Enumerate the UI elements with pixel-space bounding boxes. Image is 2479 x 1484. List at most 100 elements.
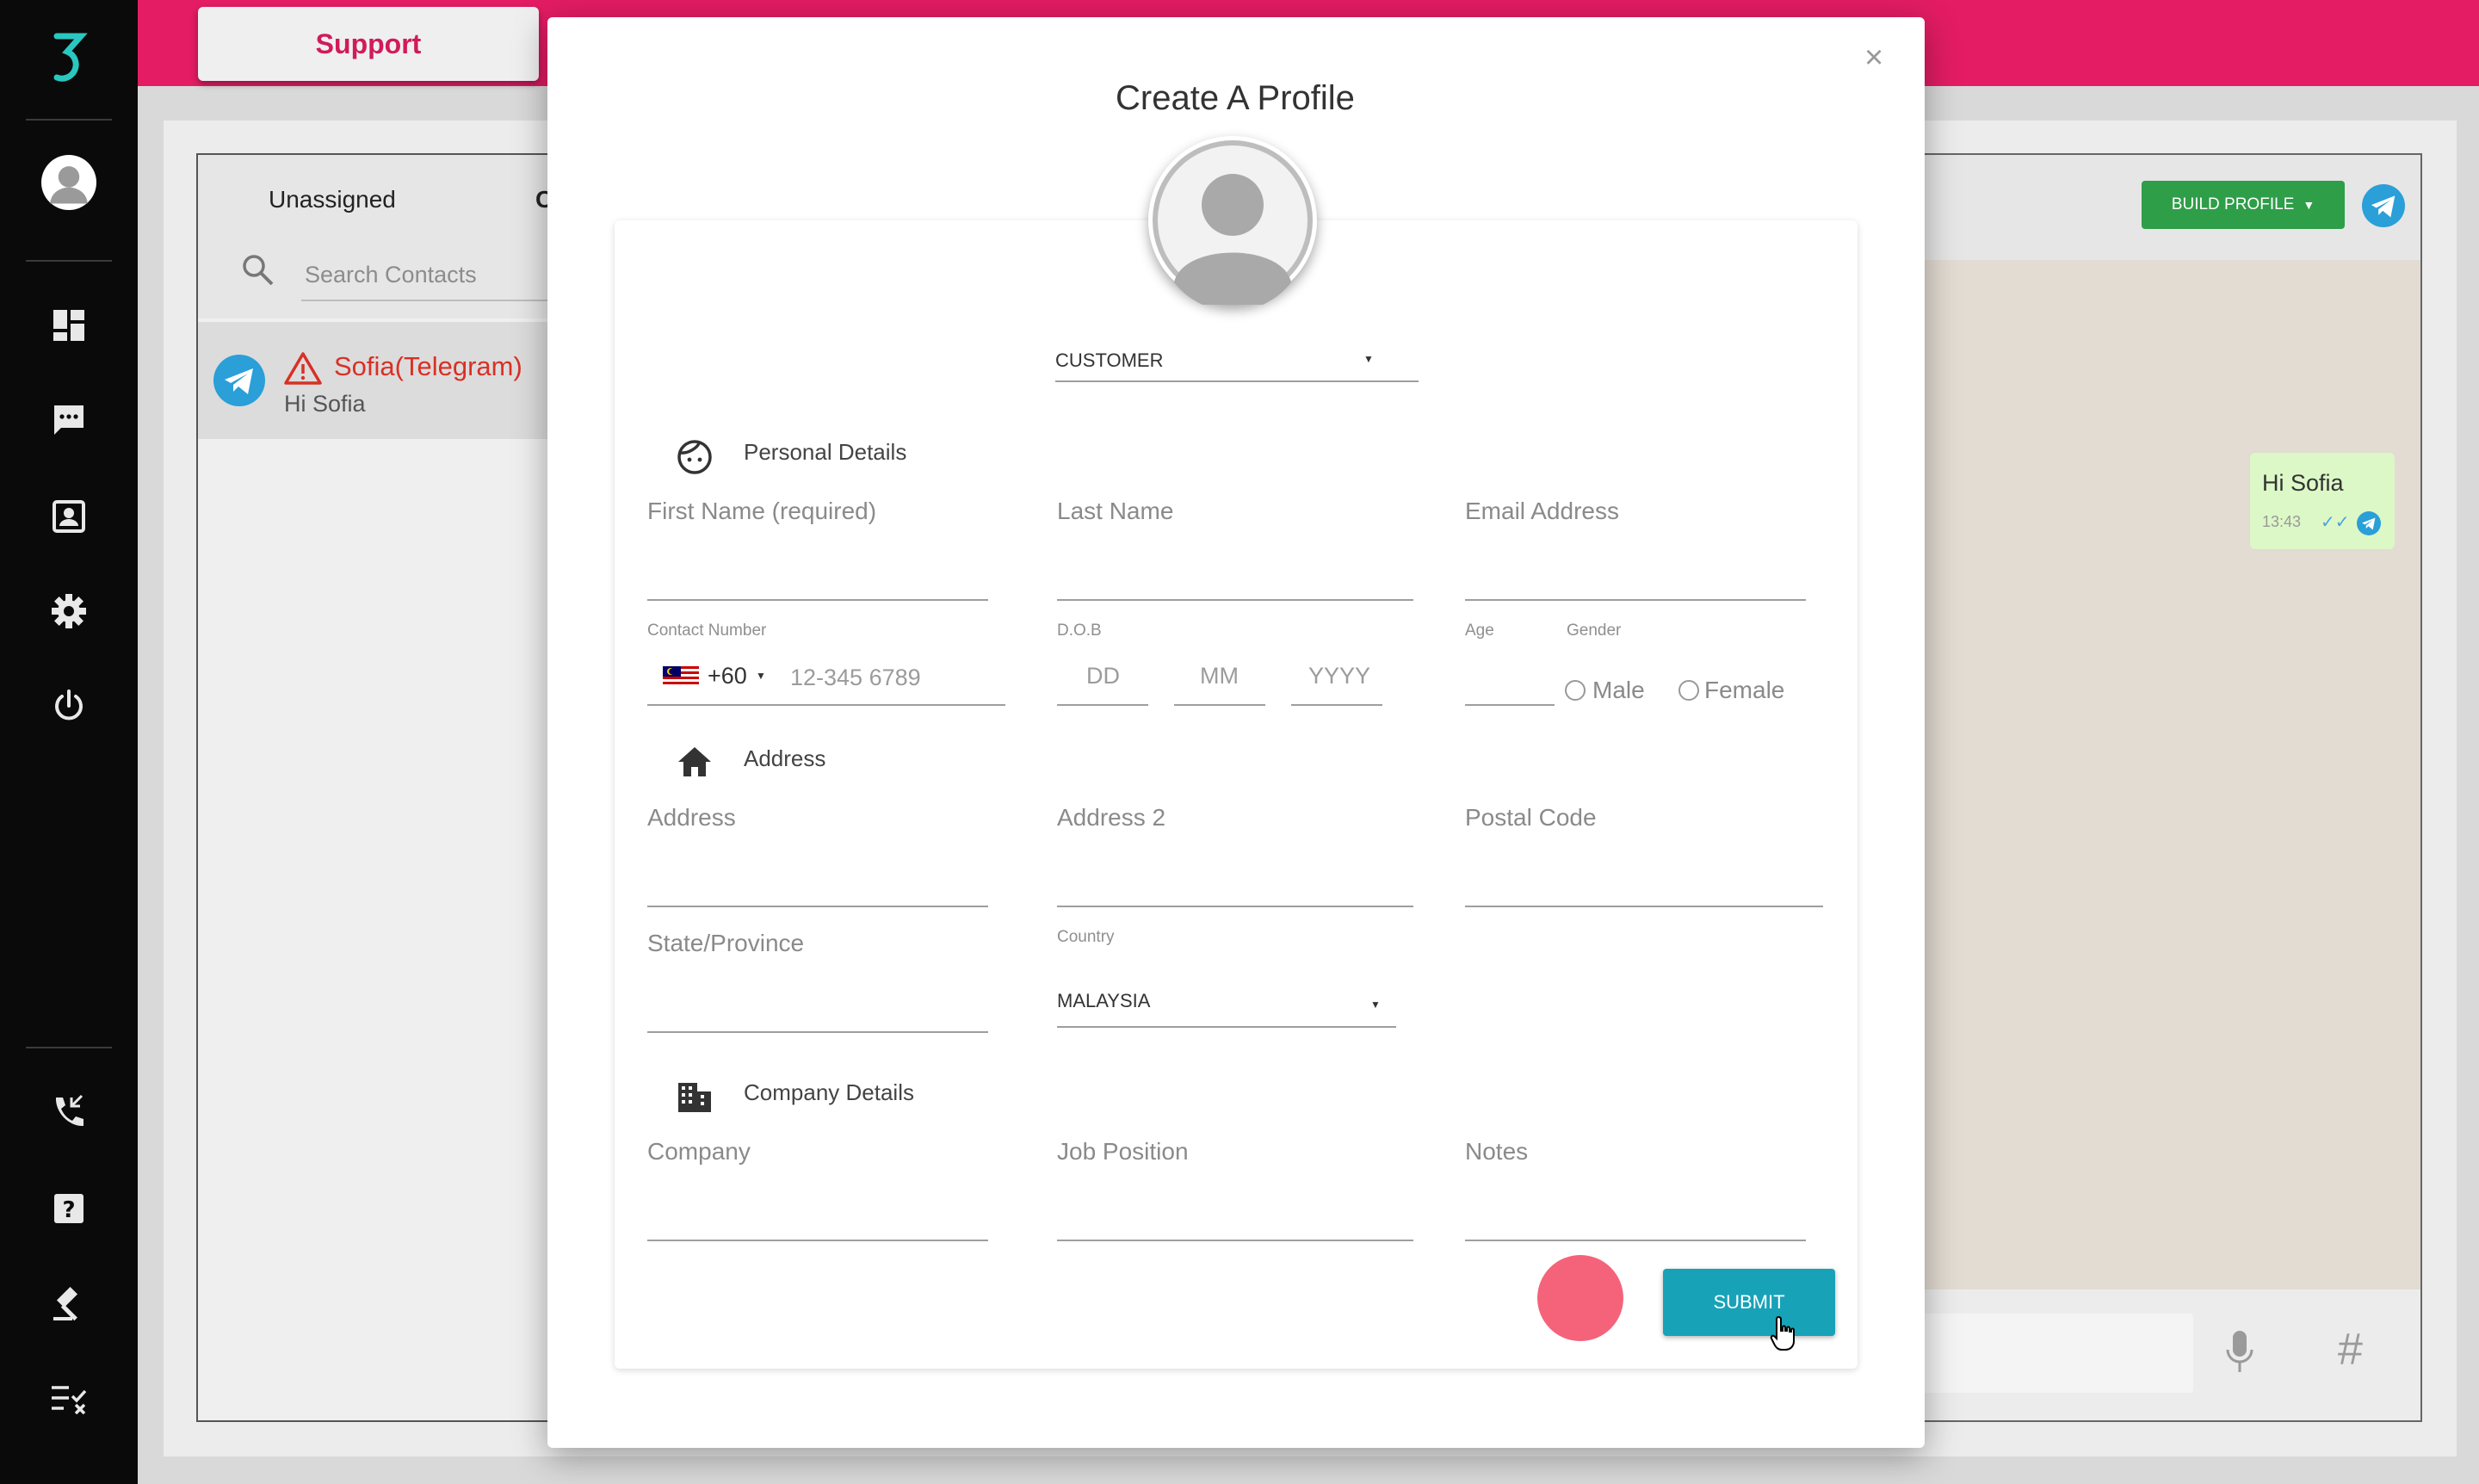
phone-icon[interactable] <box>41 1085 96 1140</box>
settings-icon[interactable] <box>41 584 96 639</box>
country-label: Country <box>1057 928 1115 946</box>
country-select[interactable]: MALAYSIA <box>1057 990 1150 1012</box>
notes-underline <box>1465 1240 1806 1241</box>
section-address: Address <box>744 745 826 771</box>
sidebar: ? <box>0 0 138 1484</box>
chevron-down-icon[interactable]: ▼ <box>1370 999 1381 1011</box>
hashtag-icon[interactable]: # <box>2338 1324 2363 1376</box>
chevron-down-icon: ▼ <box>2303 198 2315 212</box>
microphone-icon[interactable] <box>2222 1327 2257 1380</box>
modal-title: Create A Profile <box>1116 79 1355 117</box>
telegram-icon[interactable] <box>2362 184 2405 232</box>
gavel-icon[interactable] <box>41 1276 96 1331</box>
company-underline <box>647 1240 988 1241</box>
first-name-field[interactable]: First Name (required) <box>647 498 876 525</box>
telegram-icon <box>213 355 265 411</box>
dob-year-underline <box>1291 704 1382 706</box>
female-label: Female <box>1704 677 1785 703</box>
last-name-underline <box>1057 599 1413 601</box>
contact-number-label: Contact Number <box>647 621 767 640</box>
sidebar-divider <box>26 1047 112 1048</box>
submit-button[interactable]: SUBMIT <box>1663 1269 1835 1336</box>
age-label: Age <box>1465 621 1494 640</box>
telegram-icon <box>2357 511 2381 540</box>
section-personal: Personal Details <box>744 439 907 465</box>
building-icon <box>677 1081 713 1118</box>
message-input[interactable] <box>1904 1314 2193 1393</box>
dob-year-input[interactable]: YYYY <box>1308 663 1370 689</box>
country-underline <box>1057 1026 1396 1028</box>
message-bubble: Hi Sofia 13:43 ✓✓ <box>2250 453 2395 549</box>
age-input[interactable] <box>1465 704 1555 706</box>
address-underline <box>647 906 988 907</box>
address-field[interactable]: Address <box>647 804 736 832</box>
male-label: Male <box>1592 677 1645 703</box>
face-icon <box>677 439 713 479</box>
email-field[interactable]: Email Address <box>1465 498 1619 525</box>
dob-label: D.O.B <box>1057 621 1102 640</box>
warning-icon <box>284 351 322 390</box>
job-position-underline <box>1057 1240 1413 1241</box>
list-item[interactable]: Sofia(Telegram) Hi Sofia <box>198 322 556 439</box>
address2-field[interactable]: Address 2 <box>1057 804 1165 832</box>
build-profile-label: BUILD PROFILE <box>2171 195 2295 213</box>
checklist-icon[interactable] <box>41 1370 96 1425</box>
support-tab[interactable]: Support <box>198 7 539 81</box>
contacts-panel: Unassigned C Search Contacts Sofia(Teleg… <box>196 153 558 1422</box>
home-icon <box>677 745 713 782</box>
job-position-field[interactable]: Job Position <box>1057 1138 1189 1166</box>
chevron-down-icon[interactable]: ▼ <box>756 670 766 682</box>
contacts-icon[interactable] <box>41 489 96 544</box>
gender-label: Gender <box>1567 621 1622 640</box>
phone-input[interactable]: 12-345 6789 <box>790 665 921 691</box>
tab-unassigned[interactable]: Unassigned <box>269 186 396 213</box>
first-name-underline <box>647 599 988 601</box>
notes-field[interactable]: Notes <box>1465 1138 1528 1166</box>
message-time: 13:43 <box>2262 513 2302 530</box>
click-indicator <box>1537 1255 1623 1341</box>
power-icon[interactable] <box>41 678 96 733</box>
dashboard-icon[interactable] <box>41 298 96 353</box>
company-field[interactable]: Company <box>647 1138 751 1166</box>
last-name-field[interactable]: Last Name <box>1057 498 1173 525</box>
male-radio[interactable] <box>1565 680 1586 701</box>
profile-type-select[interactable]: CUSTOMER <box>1055 349 1164 372</box>
profile-type-underline <box>1055 380 1419 382</box>
help-icon[interactable]: ? <box>41 1181 96 1236</box>
chat-panel: BUILD PROFILE ▼ Hi Sofia 13:43 ✓✓ # <box>1902 153 2422 1422</box>
phone-underline <box>647 704 1005 706</box>
search-underline <box>301 300 556 301</box>
close-icon[interactable]: × <box>1864 40 1883 77</box>
hand-cursor-icon <box>1770 1315 1799 1356</box>
country-code-select[interactable]: +60 <box>708 663 747 689</box>
postal-code-field[interactable]: Postal Code <box>1465 804 1597 832</box>
sidebar-divider <box>26 260 112 262</box>
dob-month-underline <box>1174 704 1265 706</box>
section-company: Company Details <box>744 1079 914 1105</box>
search-input[interactable]: Search Contacts <box>305 262 477 288</box>
profile-form-card <box>615 220 1858 1369</box>
chevron-down-icon[interactable]: ▼ <box>1363 353 1374 365</box>
address2-underline <box>1057 906 1413 907</box>
malaysia-flag-icon[interactable] <box>663 666 699 689</box>
contact-name: Sofia(Telegram) <box>334 351 522 381</box>
search-icon <box>241 253 275 292</box>
avatar[interactable] <box>41 155 96 210</box>
contact-preview: Hi Sofia <box>284 391 366 417</box>
sidebar-divider <box>26 119 112 121</box>
postal-code-underline <box>1465 906 1823 907</box>
build-profile-button[interactable]: BUILD PROFILE ▼ <box>2142 181 2345 229</box>
svg-text:?: ? <box>62 1197 75 1223</box>
chat-icon[interactable] <box>41 393 96 448</box>
state-field[interactable]: State/Province <box>647 930 804 957</box>
chat-input-bar: # <box>1904 1289 2420 1420</box>
dob-month-input[interactable]: MM <box>1200 663 1239 689</box>
profile-avatar[interactable] <box>1148 136 1317 312</box>
state-underline <box>647 1031 988 1033</box>
message-text: Hi Sofia <box>2262 470 2344 496</box>
contacts-header <box>198 155 556 318</box>
dob-day-input[interactable]: DD <box>1086 663 1120 689</box>
email-underline <box>1465 599 1806 601</box>
female-radio[interactable] <box>1678 680 1699 701</box>
logo-icon[interactable] <box>41 33 96 90</box>
